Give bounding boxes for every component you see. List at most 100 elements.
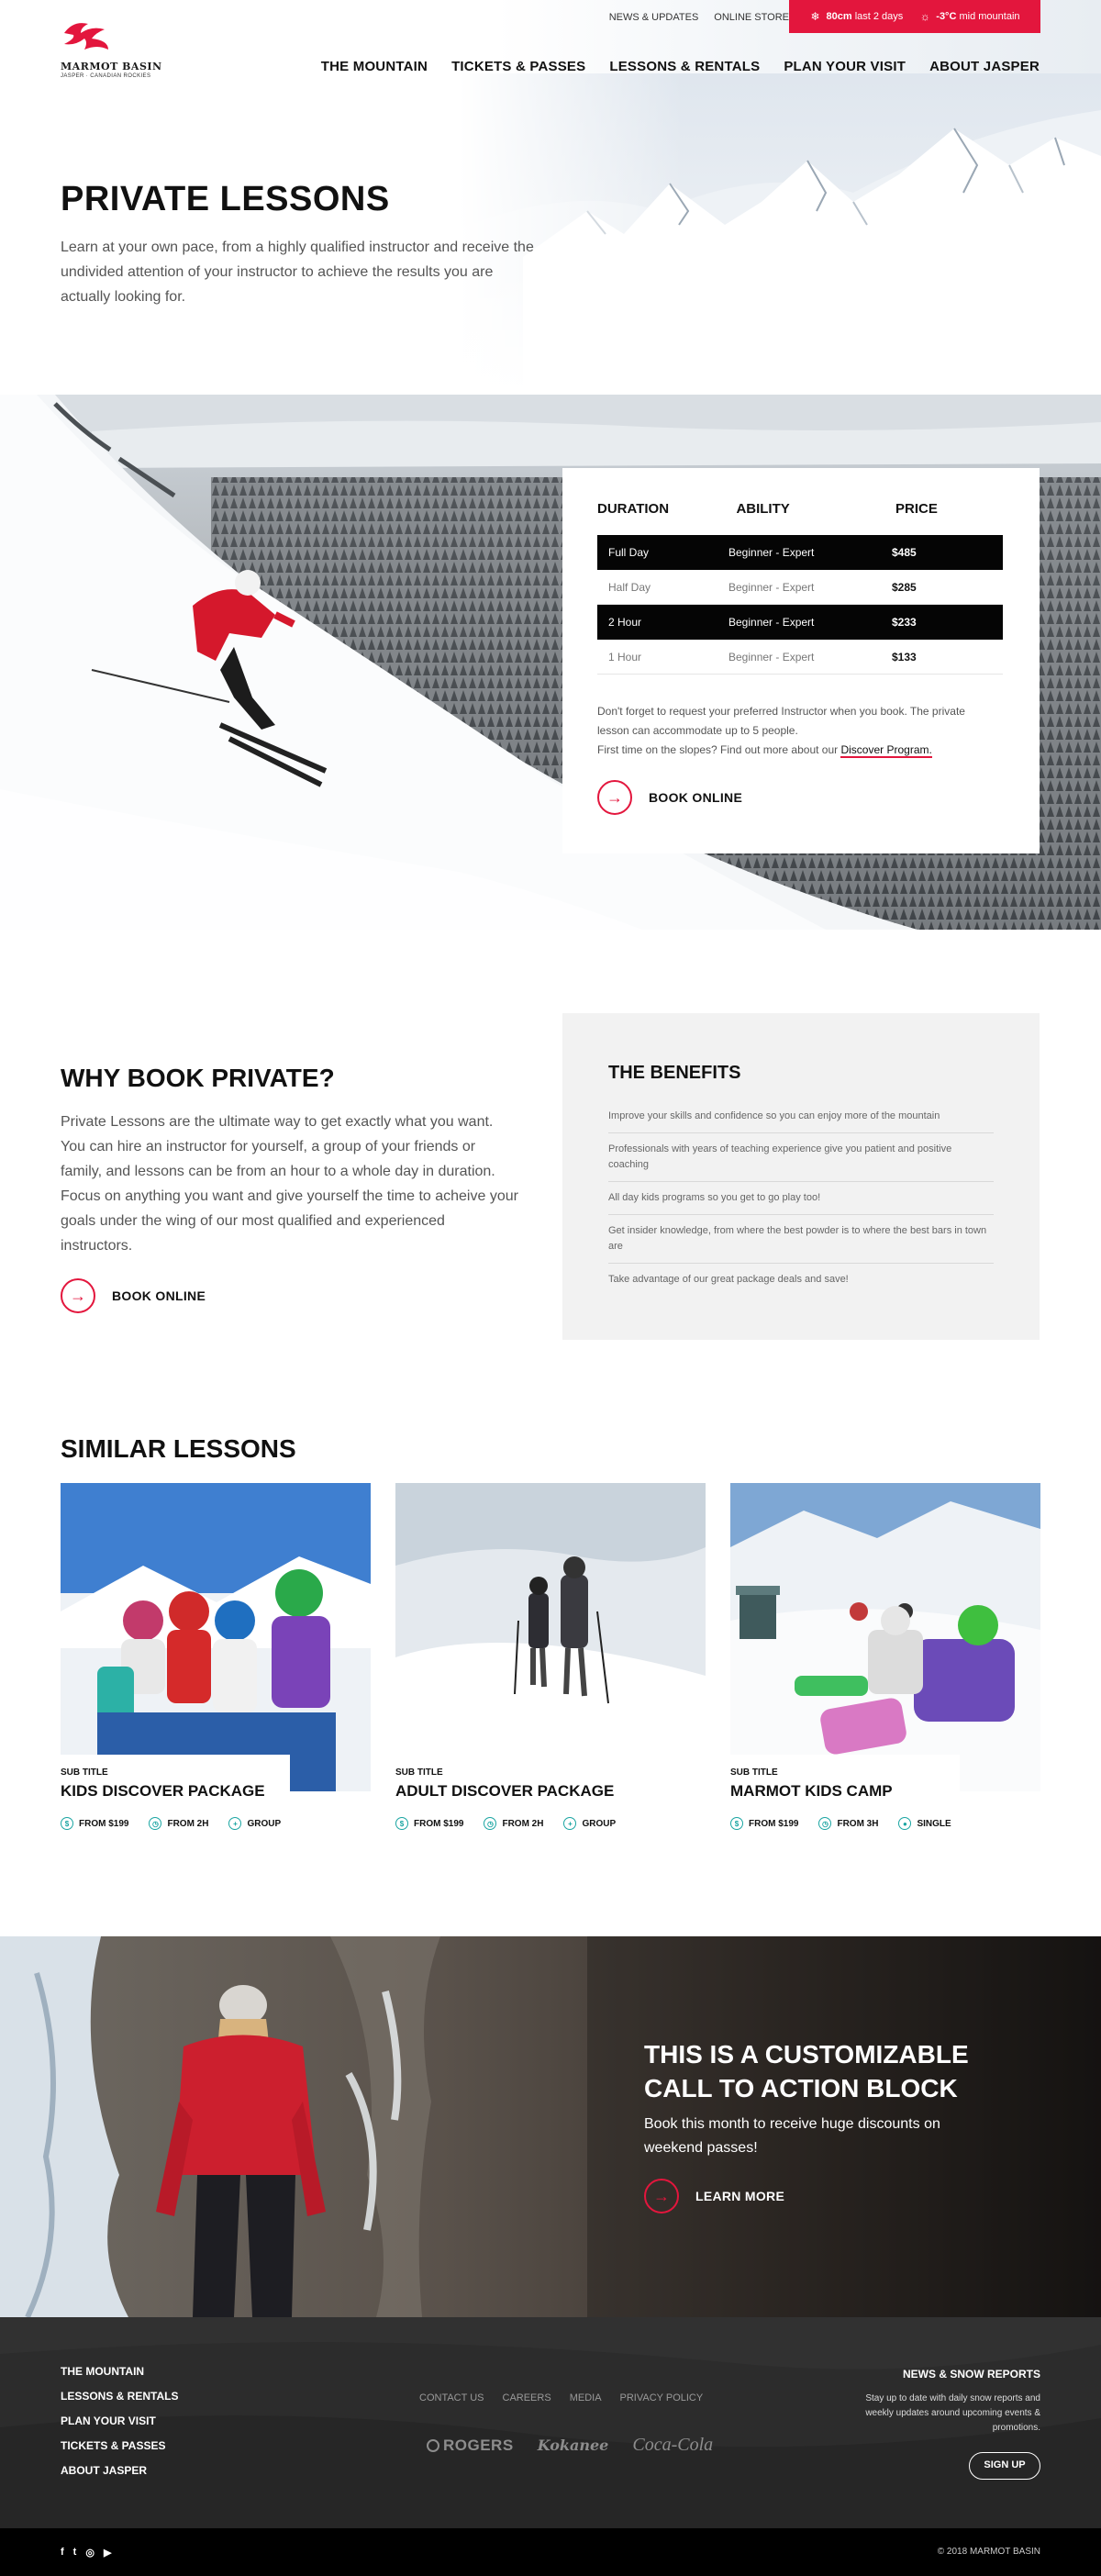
card-meta: $ FROM $199 ◷ FROM 2H + GROUP <box>61 1817 281 1830</box>
benefit-item: Improve your skills and confidence so yo… <box>608 1100 994 1133</box>
nav-the-mountain[interactable]: THE MOUNTAIN <box>321 59 428 74</box>
footer-nav-lessons-rentals[interactable]: LESSONS & RENTALS <box>61 2390 178 2403</box>
lesson-card[interactable]: SUB TITLE KIDS DISCOVER PACKAGE $ FROM $1… <box>61 1483 371 1841</box>
online-store-link[interactable]: ONLINE STORE <box>714 12 789 23</box>
price-text: FROM $199 <box>749 1818 799 1829</box>
lesson-card[interactable]: SUB TITLE ADULT DISCOVER PACKAGE $ FROM $… <box>395 1483 706 1841</box>
card-title: ADULT DISCOVER PACKAGE <box>395 1782 615 1800</box>
dollar-icon: $ <box>730 1817 743 1830</box>
price-meta: $ FROM $199 <box>61 1817 128 1830</box>
lesson-card-body: SUB TITLE MARMOT KIDS CAMP <box>730 1755 960 1810</box>
book-online-label: BOOK ONLINE <box>649 790 743 805</box>
duration-meta: ◷ FROM 2H <box>484 1817 543 1830</box>
snow-report-bar[interactable]: ❄ 80cm last 2 days ☼ -3°C mid mountain <box>789 0 1040 33</box>
discover-note-text: First time on the slopes? Find out more … <box>597 743 841 756</box>
ability-header: ABILITY <box>736 501 790 517</box>
card-meta: $ FROM $199 ◷ FROM 3H ● SINGLE <box>730 1817 951 1830</box>
card-meta: $ FROM $199 ◷ FROM 2H + GROUP <box>395 1817 616 1830</box>
pricing-row: 1 Hour Beginner - Expert $133 <box>597 640 1003 675</box>
kids-camp-image <box>730 1483 1040 1791</box>
book-online-button[interactable]: → BOOK ONLINE <box>61 1278 519 1313</box>
instagram-icon[interactable]: ◎ <box>85 2547 95 2559</box>
learn-more-button[interactable]: → LEARN MORE <box>644 2179 784 2214</box>
learn-more-label: LEARN MORE <box>695 2189 785 2203</box>
type-text: GROUP <box>247 1818 282 1829</box>
row-ability: Beginner - Expert <box>728 580 815 594</box>
cta-block: THIS IS A CUSTOMIZABLE CALL TO ACTION BL… <box>0 1936 1101 2317</box>
snowflake-icon: ❄ <box>810 10 820 23</box>
nav-lessons-rentals[interactable]: LESSONS & RENTALS <box>609 59 760 74</box>
snow-report-item: ❄ 80cm last 2 days <box>809 10 903 23</box>
card-subtitle: SUB TITLE <box>395 1768 443 1778</box>
row-price: $285 <box>892 580 917 594</box>
kids-group-image <box>61 1483 371 1791</box>
facebook-icon[interactable]: f <box>61 2547 64 2559</box>
card-title: KIDS DISCOVER PACKAGE <box>61 1782 265 1800</box>
twitter-icon[interactable]: t <box>73 2547 77 2559</box>
utility-nav: NEWS & UPDATES ONLINE STORE <box>609 12 789 23</box>
careers-link[interactable]: CAREERS <box>503 2392 551 2403</box>
pricing-row: Half Day Beginner - Expert $285 <box>597 570 1003 605</box>
coca-cola-logo[interactable]: Coca-Cola <box>632 2435 713 2456</box>
rogers-o-icon <box>427 2438 439 2452</box>
card-subtitle: SUB TITLE <box>61 1768 108 1778</box>
benefits-panel: THE BENEFITS Improve your skills and con… <box>562 1013 1040 1340</box>
sun-icon: ☼ <box>919 10 930 23</box>
sign-up-button[interactable]: SIGN UP <box>969 2452 1040 2480</box>
lesson-card-body: SUB TITLE ADULT DISCOVER PACKAGE <box>395 1755 625 1810</box>
brand-tagline: JASPER · CANADIAN ROCKIES <box>61 73 151 79</box>
pricing-card: DURATION ABILITY PRICE Full Day Beginner… <box>562 468 1040 853</box>
arrow-right-icon: → <box>597 780 632 815</box>
footer-nav-tickets-passes[interactable]: TICKETS & PASSES <box>61 2439 178 2452</box>
benefit-item: Take advantage of our great package deal… <box>608 1274 849 1285</box>
row-duration: Half Day <box>608 580 651 594</box>
main-nav: THE MOUNTAIN TICKETS & PASSES LESSONS & … <box>321 59 1040 74</box>
price-header: PRICE <box>895 501 938 517</box>
nav-tickets-passes[interactable]: TICKETS & PASSES <box>451 59 585 74</box>
similar-lessons-list: SUB TITLE KIDS DISCOVER PACKAGE $ FROM $1… <box>61 1483 1040 1841</box>
why-book-private-section: WHY BOOK PRIVATE? Private Lessons are th… <box>61 1064 519 1313</box>
rogers-logo-text: ROGERS <box>443 2436 514 2454</box>
footer-nav-plan-your-visit[interactable]: PLAN YOUR VISIT <box>61 2414 178 2427</box>
contact-us-link[interactable]: CONTACT US <box>419 2392 484 2403</box>
benefit-item: Get insider knowledge, from where the be… <box>608 1215 994 1264</box>
footer-nav-about-jasper[interactable]: ABOUT JASPER <box>61 2464 178 2477</box>
page: PRIVATE LESSONS Learn at your own pace, … <box>0 0 1101 2576</box>
rogers-logo[interactable]: ROGERS <box>427 2437 514 2455</box>
clock-icon: ◷ <box>149 1817 162 1830</box>
snow-text: last 2 days <box>854 11 904 22</box>
privacy-policy-link[interactable]: PRIVACY POLICY <box>620 2392 704 2403</box>
newsletter-title: NEWS & SNOW REPORTS <box>902 2368 1040 2381</box>
temp-value: -3°C <box>936 11 957 22</box>
nav-plan-your-visit[interactable]: PLAN YOUR VISIT <box>784 59 906 74</box>
news-updates-link[interactable]: NEWS & UPDATES <box>609 12 699 23</box>
youtube-icon[interactable]: ▶ <box>104 2547 111 2559</box>
newsletter-text: Stay up to date with daily snow reports … <box>865 2393 1040 2433</box>
duration-text: FROM 2H <box>167 1818 209 1829</box>
duration-header: DURATION <box>597 501 670 517</box>
plus-icon: + <box>563 1817 577 1830</box>
temp-text: mid mountain <box>959 11 1020 22</box>
plus-icon: + <box>228 1817 242 1830</box>
lesson-card[interactable]: SUB TITLE MARMOT KIDS CAMP $ FROM $199 ◷ F… <box>730 1483 1040 1841</box>
hero-intro-text: Learn at your own pace, from a highly qu… <box>61 240 534 305</box>
duration-meta: ◷ FROM 3H <box>818 1817 878 1830</box>
kokanee-logo[interactable]: Kokanee <box>538 2437 609 2454</box>
footer-nav-the-mountain[interactable]: THE MOUNTAIN <box>61 2365 178 2378</box>
marmot-logo-icon <box>64 23 108 50</box>
pricing-note: Don't forget to request your preferred I… <box>597 702 983 760</box>
discover-program-link[interactable]: Discover Program. <box>840 743 932 758</box>
arrow-right-icon: → <box>644 2179 679 2214</box>
row-price: $133 <box>892 650 917 664</box>
brand-name: MARMOT BASIN <box>61 61 162 72</box>
price-meta: $ FROM $199 <box>395 1817 463 1830</box>
social-links: f t ◎ ▶ <box>61 2547 111 2559</box>
type-meta: + GROUP <box>563 1817 616 1830</box>
duration-text: FROM 3H <box>837 1818 879 1829</box>
media-link[interactable]: MEDIA <box>570 2392 602 2403</box>
site-logo[interactable]: MARMOT BASIN JASPER · CANADIAN ROCKIES <box>61 18 161 88</box>
nav-about-jasper[interactable]: ABOUT JASPER <box>929 59 1040 74</box>
copyright-text: © 2018 MARMOT BASIN <box>937 2547 1040 2557</box>
price-text: FROM $199 <box>79 1818 129 1829</box>
book-online-button[interactable]: → BOOK ONLINE <box>597 780 1003 815</box>
